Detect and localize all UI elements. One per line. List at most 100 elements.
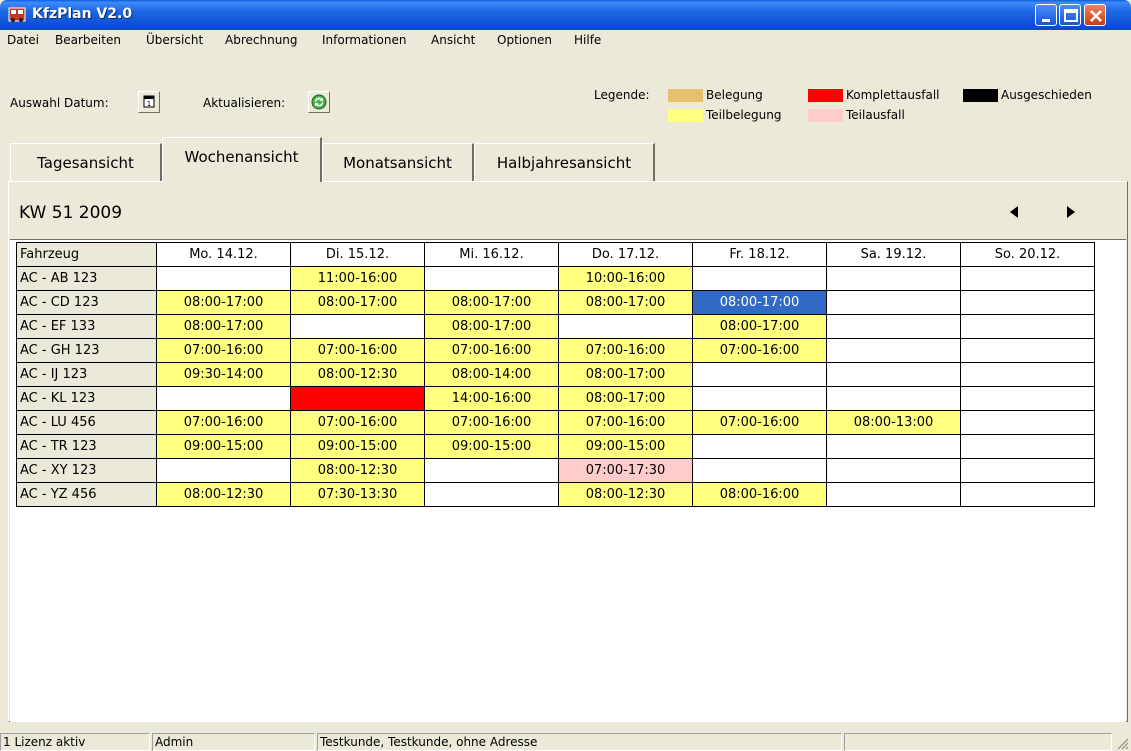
booking-cell[interactable]: 07:00-16:00: [290, 338, 425, 363]
booking-cell[interactable]: [960, 362, 1095, 387]
booking-cell[interactable]: [692, 434, 827, 459]
vehicle-cell[interactable]: AC - YZ 456: [16, 482, 157, 507]
booking-cell[interactable]: [156, 266, 291, 291]
booking-cell[interactable]: [290, 314, 425, 339]
resize-grip-icon[interactable]: [1114, 735, 1130, 751]
booking-cell[interactable]: 08:00-17:00: [424, 314, 559, 339]
booking-cell[interactable]: 08:00-14:00: [424, 362, 559, 387]
booking-cell[interactable]: 07:00-17:30: [558, 458, 693, 483]
booking-cell[interactable]: 08:00-17:00: [558, 362, 693, 387]
booking-cell[interactable]: [692, 386, 827, 411]
booking-cell[interactable]: [692, 266, 827, 291]
maximize-button[interactable]: [1059, 4, 1081, 26]
vehicle-cell[interactable]: AC - KL 123: [16, 386, 157, 411]
booking-cell[interactable]: [960, 266, 1095, 291]
arrow-left-icon[interactable]: [1007, 204, 1021, 220]
booking-cell[interactable]: 08:00-17:00: [424, 290, 559, 315]
booking-cell[interactable]: 07:00-16:00: [558, 338, 693, 363]
tab-monatsansicht[interactable]: Monatsansicht: [322, 143, 474, 181]
booking-cell[interactable]: 08:00-17:00: [558, 386, 693, 411]
menu-abrechnung[interactable]: Abrechnung: [225, 33, 298, 47]
booking-cell[interactable]: [290, 386, 425, 411]
booking-cell[interactable]: 10:00-16:00: [558, 266, 693, 291]
booking-cell[interactable]: [960, 386, 1095, 411]
booking-cell[interactable]: 07:00-16:00: [156, 410, 291, 435]
booking-cell[interactable]: [826, 362, 961, 387]
booking-cell[interactable]: 08:00-12:30: [290, 458, 425, 483]
booking-cell[interactable]: [826, 434, 961, 459]
booking-cell[interactable]: 08:00-17:00: [692, 290, 827, 315]
booking-cell[interactable]: [826, 458, 961, 483]
minimize-button[interactable]: [1035, 4, 1057, 26]
booking-cell[interactable]: [826, 482, 961, 507]
booking-cell[interactable]: 08:00-12:30: [156, 482, 291, 507]
vehicle-cell[interactable]: AC - IJ 123: [16, 362, 157, 387]
booking-cell[interactable]: [156, 386, 291, 411]
booking-cell[interactable]: [960, 434, 1095, 459]
booking-cell[interactable]: [692, 458, 827, 483]
booking-cell[interactable]: 08:00-17:00: [558, 290, 693, 315]
booking-cell[interactable]: 07:00-16:00: [692, 410, 827, 435]
title-bar[interactable]: KfzPlan V2.0: [0, 0, 1131, 30]
menu-datei[interactable]: Datei: [7, 33, 39, 47]
booking-cell[interactable]: 07:00-16:00: [156, 338, 291, 363]
menu-bearbeiten[interactable]: Bearbeiten: [55, 33, 121, 47]
booking-cell[interactable]: 14:00-16:00: [424, 386, 559, 411]
booking-cell[interactable]: 08:00-17:00: [692, 314, 827, 339]
booking-cell[interactable]: [156, 458, 291, 483]
booking-cell[interactable]: 08:00-12:30: [290, 362, 425, 387]
booking-cell[interactable]: [424, 458, 559, 483]
menu-uebersicht[interactable]: Übersicht: [146, 33, 203, 47]
booking-cell[interactable]: 08:00-17:00: [156, 290, 291, 315]
booking-cell[interactable]: [424, 266, 559, 291]
booking-cell[interactable]: [424, 482, 559, 507]
booking-cell[interactable]: [558, 314, 693, 339]
booking-cell[interactable]: 08:00-17:00: [156, 314, 291, 339]
booking-cell[interactable]: [826, 338, 961, 363]
booking-cell[interactable]: 09:00-15:00: [156, 434, 291, 459]
booking-cell[interactable]: 07:00-16:00: [692, 338, 827, 363]
booking-cell[interactable]: [960, 290, 1095, 315]
booking-cell[interactable]: [826, 386, 961, 411]
booking-cell[interactable]: 09:00-15:00: [290, 434, 425, 459]
menu-ansicht[interactable]: Ansicht: [431, 33, 475, 47]
booking-cell[interactable]: [692, 362, 827, 387]
booking-cell[interactable]: [960, 482, 1095, 507]
booking-cell[interactable]: [826, 290, 961, 315]
tab-tagesansicht[interactable]: Tagesansicht: [10, 143, 162, 181]
vehicle-cell[interactable]: AC - GH 123: [16, 338, 157, 363]
vehicle-cell[interactable]: AC - AB 123: [16, 266, 157, 291]
refresh-button[interactable]: [308, 91, 330, 113]
close-button[interactable]: [1084, 4, 1106, 26]
booking-cell[interactable]: 07:00-16:00: [424, 338, 559, 363]
menu-optionen[interactable]: Optionen: [497, 33, 552, 47]
vehicle-cell[interactable]: AC - TR 123: [16, 434, 157, 459]
booking-cell[interactable]: 07:30-13:30: [290, 482, 425, 507]
tab-wochenansicht[interactable]: Wochenansicht: [162, 137, 322, 182]
booking-cell[interactable]: 07:00-16:00: [424, 410, 559, 435]
booking-cell[interactable]: 08:00-13:00: [826, 410, 961, 435]
booking-cell[interactable]: [960, 410, 1095, 435]
booking-cell[interactable]: 08:00-16:00: [692, 482, 827, 507]
booking-cell[interactable]: [960, 458, 1095, 483]
date-picker-button[interactable]: 1: [138, 91, 160, 113]
booking-cell[interactable]: 08:00-17:00: [290, 290, 425, 315]
vehicle-cell[interactable]: AC - EF 133: [16, 314, 157, 339]
booking-cell[interactable]: 09:30-14:00: [156, 362, 291, 387]
booking-cell[interactable]: [960, 338, 1095, 363]
arrow-right-icon[interactable]: [1064, 204, 1078, 220]
booking-cell[interactable]: 09:00-15:00: [558, 434, 693, 459]
booking-cell[interactable]: 09:00-15:00: [424, 434, 559, 459]
vehicle-cell[interactable]: AC - LU 456: [16, 410, 157, 435]
menu-hilfe[interactable]: Hilfe: [574, 33, 601, 47]
booking-cell[interactable]: 11:00-16:00: [290, 266, 425, 291]
vehicle-cell[interactable]: AC - CD 123: [16, 290, 157, 315]
vehicle-cell[interactable]: AC - XY 123: [16, 458, 157, 483]
booking-cell[interactable]: [826, 314, 961, 339]
booking-cell[interactable]: 07:00-16:00: [558, 410, 693, 435]
tab-halbjahresansicht[interactable]: Halbjahresansicht: [474, 143, 655, 181]
menu-informationen[interactable]: Informationen: [322, 33, 406, 47]
booking-cell[interactable]: 07:00-16:00: [290, 410, 425, 435]
booking-cell[interactable]: 08:00-12:30: [558, 482, 693, 507]
booking-cell[interactable]: [826, 266, 961, 291]
